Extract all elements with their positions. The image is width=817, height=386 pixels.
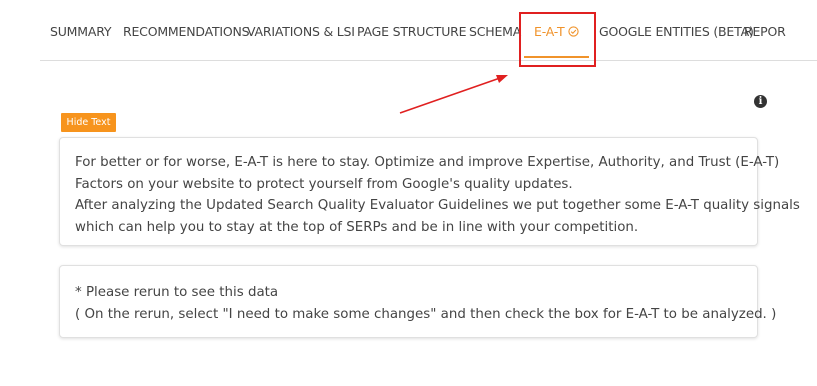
notice-line-2: ( On the rerun, select "I need to make s…	[75, 306, 777, 322]
eat-description-card: For better or for worse, E-A-T is here t…	[59, 137, 800, 246]
description-line-2: Factors on your website to protect yours…	[75, 176, 573, 192]
page: SUMMARY RECOMMENDATIONS VARIATIONS & LSI…	[0, 0, 817, 386]
description-line-1: For better or for worse, E-A-T is here t…	[75, 155, 780, 170]
info-icon[interactable]: i	[754, 95, 767, 108]
hide-text-button[interactable]: Hide Text	[61, 113, 116, 132]
notice-line-1: * Please rerun to see this data	[75, 285, 279, 300]
rerun-notice-card: * Please rerun to see this data ( On the…	[59, 265, 777, 338]
description-line-4: which can help you to stay at the top of…	[75, 219, 639, 235]
description-line-3: After analyzing the Updated Search Quali…	[75, 198, 800, 213]
